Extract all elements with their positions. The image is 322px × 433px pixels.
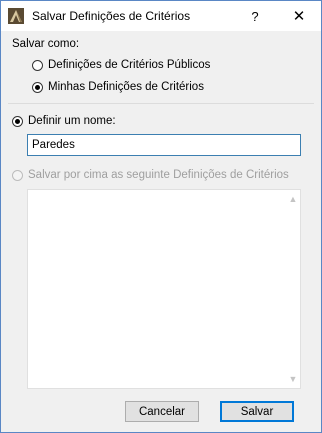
separator [8,103,314,104]
radio-overwrite[interactable] [12,170,23,181]
save-button[interactable]: Salvar [220,401,294,422]
name-input[interactable] [27,134,301,156]
radio-public-criteria-label[interactable]: Definições de Critérios Públicos [48,59,210,71]
close-button[interactable]: ✕ [277,1,321,31]
scroll-up-icon[interactable]: ▲ [286,192,300,206]
archicad-app-icon [8,8,24,24]
scroll-down-icon[interactable]: ▼ [286,372,300,386]
title-bar[interactable]: Salvar Definições de Critérios ? ✕ [1,1,321,31]
radio-overwrite-label[interactable]: Salvar por cima as seguinte Definições d… [28,169,289,181]
list-scrollbar[interactable]: ▲ ▼ [286,190,300,388]
radio-my-criteria[interactable] [32,82,43,93]
question-mark-icon: ? [251,8,259,24]
save-criteria-dialog: Salvar Definições de Critérios ? ✕ Salva… [0,0,322,433]
close-icon: ✕ [292,8,306,25]
cancel-button[interactable]: Cancelar [125,401,199,422]
dialog-content: Salvar como: Definições de Critérios Púb… [1,31,321,432]
radio-define-name-label[interactable]: Definir um nome: [28,115,116,127]
help-button[interactable]: ? [233,1,277,31]
dialog-title: Salvar Definições de Critérios [32,9,191,23]
radio-define-name[interactable] [12,116,23,127]
radio-public-criteria[interactable] [32,60,43,71]
radio-my-criteria-label[interactable]: Minhas Definições de Critérios [48,81,204,93]
criteria-list[interactable]: ▲ ▼ [27,189,301,389]
save-as-label: Salvar como: [12,38,80,50]
